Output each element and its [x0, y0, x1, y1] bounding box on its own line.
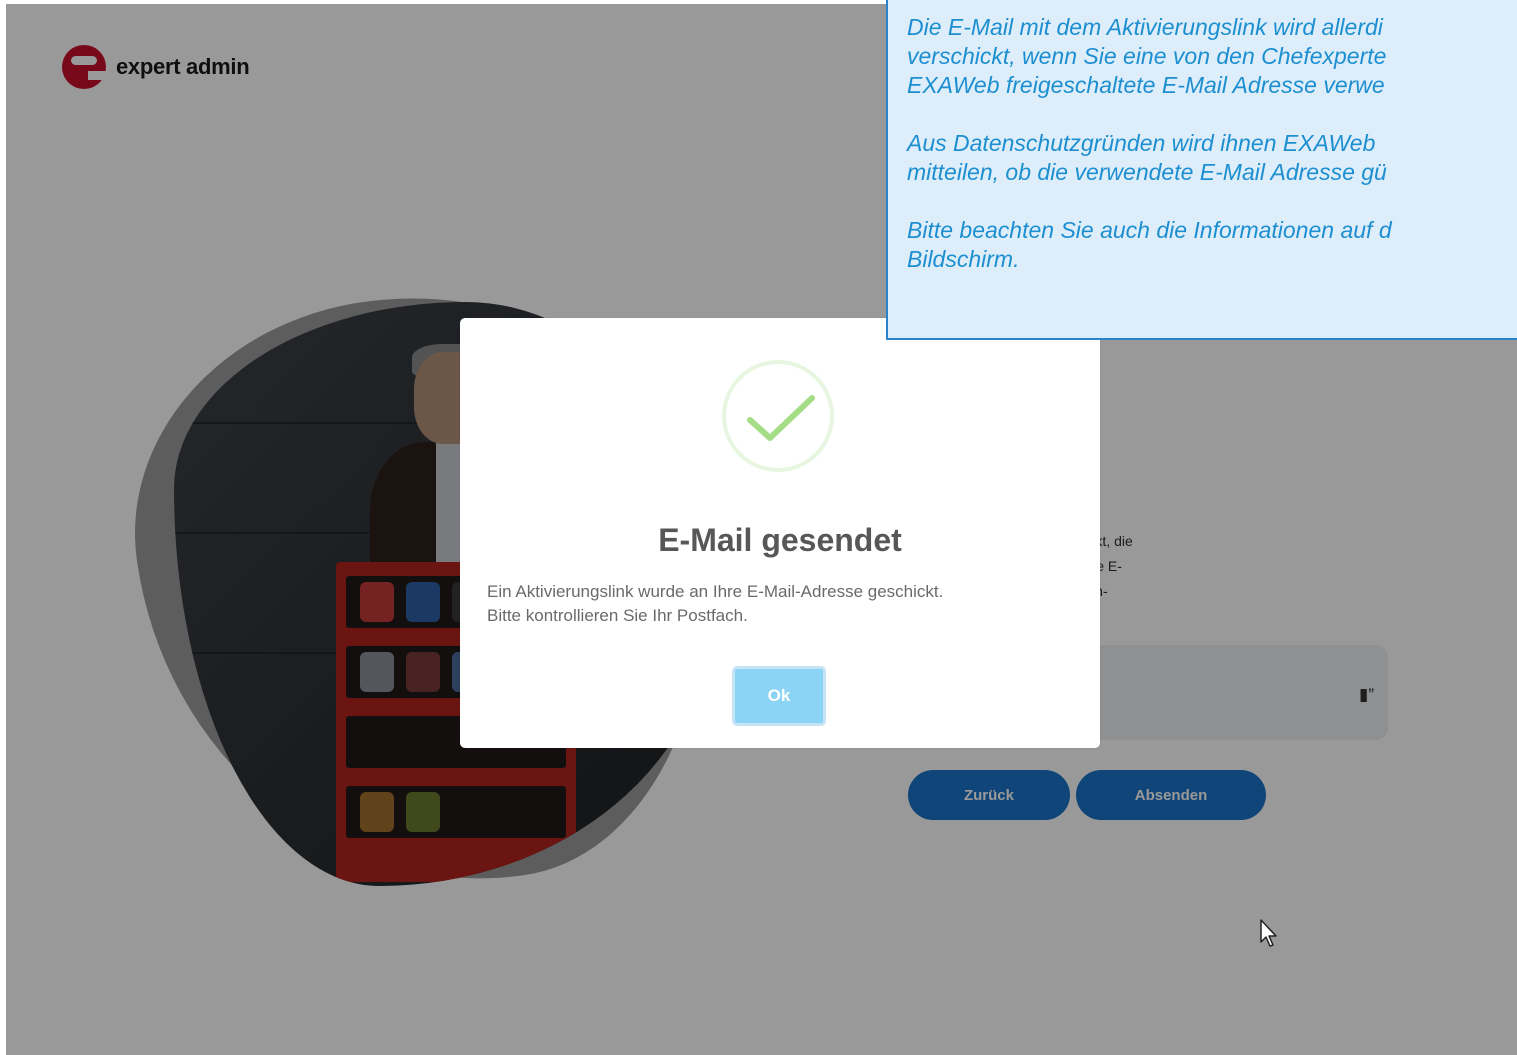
checkmark-icon	[747, 395, 815, 441]
mouse-cursor-icon	[1260, 919, 1277, 947]
dialog-title: E-Mail gesendet	[658, 522, 902, 558]
success-icon	[722, 360, 834, 472]
annotation-callout: Die E-Mail mit dem Aktivierungslink wird…	[886, 0, 1517, 340]
ok-button[interactable]: Ok	[732, 666, 826, 726]
dialog-message: Ein Aktivierungslink wurde an Ihre E-Mai…	[487, 582, 944, 625]
email-sent-dialog: E-Mail gesendet Ein Aktivierungslink wur…	[460, 318, 1100, 748]
